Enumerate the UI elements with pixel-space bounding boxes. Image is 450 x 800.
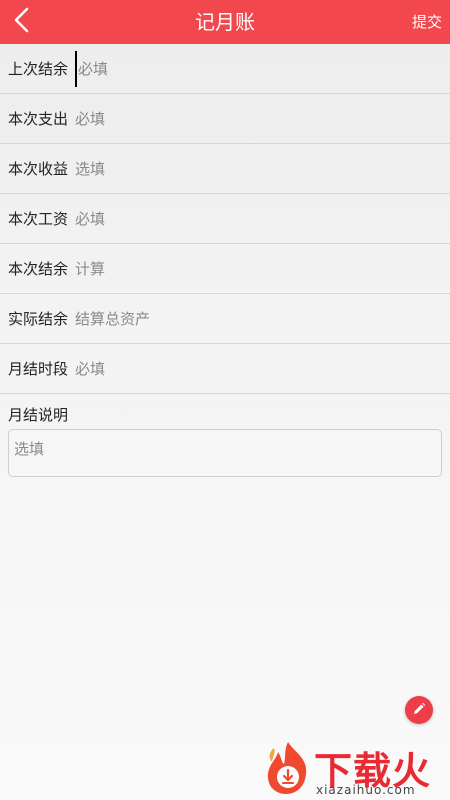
period-input[interactable] bbox=[75, 350, 450, 387]
expense-label: 本次支出 bbox=[8, 110, 69, 128]
form-row-last-balance: 上次结余 bbox=[0, 44, 450, 94]
form-row-actual-balance: 实际结余 bbox=[0, 294, 450, 344]
expense-input[interactable] bbox=[75, 100, 450, 137]
last-balance-label: 上次结余 bbox=[8, 60, 69, 78]
monthly-account-form: 上次结余 本次支出 本次收益 本次工资 本次结余 实际结余 月结时段 bbox=[0, 44, 450, 394]
pencil-icon bbox=[412, 701, 426, 720]
period-label: 月结时段 bbox=[8, 360, 69, 378]
memo-textarea[interactable] bbox=[8, 429, 442, 477]
salary-input[interactable] bbox=[75, 200, 450, 237]
form-row-current-balance: 本次结余 bbox=[0, 244, 450, 294]
submit-button[interactable]: 提交 bbox=[412, 0, 442, 44]
form-row-salary: 本次工资 bbox=[0, 194, 450, 244]
actual-balance-label: 实际结余 bbox=[8, 310, 69, 328]
last-balance-input[interactable] bbox=[75, 50, 450, 87]
form-row-income: 本次收益 bbox=[0, 144, 450, 194]
form-row-expense: 本次支出 bbox=[0, 94, 450, 144]
income-input[interactable] bbox=[75, 150, 450, 187]
edit-fab-button[interactable] bbox=[405, 696, 433, 724]
current-balance-input[interactable] bbox=[75, 250, 450, 287]
watermark-domain: xiazaihuo.com bbox=[316, 783, 416, 797]
income-label: 本次收益 bbox=[8, 160, 69, 178]
actual-balance-input[interactable] bbox=[75, 300, 450, 337]
salary-label: 本次工资 bbox=[8, 210, 69, 228]
current-balance-label: 本次结余 bbox=[8, 260, 69, 278]
memo-label: 月结说明 bbox=[8, 406, 69, 424]
watermark-logo-icon bbox=[264, 740, 312, 800]
page-title: 记月账 bbox=[195, 10, 255, 34]
form-row-period: 月结时段 bbox=[0, 344, 450, 394]
watermark: 下载火 xiazaihuo.com bbox=[264, 738, 448, 798]
top-bar: 记月账 提交 bbox=[0, 0, 450, 44]
